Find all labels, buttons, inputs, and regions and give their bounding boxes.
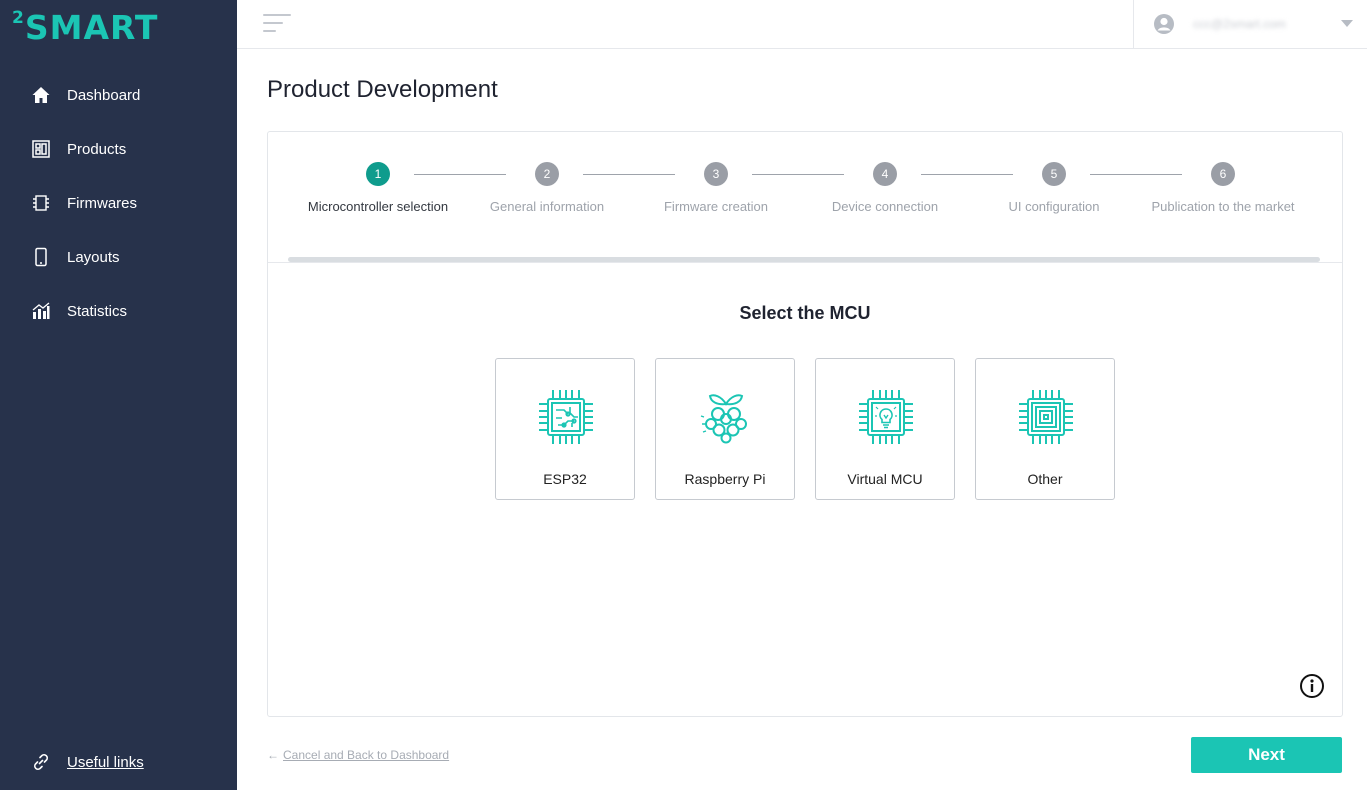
sidebar-item-label: Products bbox=[67, 140, 127, 158]
hamburger-icon[interactable] bbox=[263, 14, 291, 34]
phone-icon bbox=[31, 247, 51, 267]
mcu-option-raspberry-pi[interactable]: Raspberry Pi bbox=[655, 358, 795, 500]
sidebar-item-layouts[interactable]: Layouts bbox=[0, 230, 237, 284]
wizard-step-3[interactable]: 3 Firmware creation bbox=[631, 162, 801, 214]
chip-icon bbox=[31, 193, 51, 213]
cancel-label: Cancel and Back to Dashboard bbox=[283, 748, 450, 762]
sidebar-item-statistics[interactable]: Statistics bbox=[0, 284, 237, 338]
wizard-step-5[interactable]: 5 UI configuration bbox=[969, 162, 1139, 214]
wizard-step-4[interactable]: 4 Device connection bbox=[800, 162, 970, 214]
step-number: 1 bbox=[366, 162, 390, 186]
step-label: Publication to the market bbox=[1151, 199, 1295, 214]
brand-name: SMART bbox=[24, 8, 159, 47]
mcu-option-other[interactable]: Other bbox=[975, 358, 1115, 500]
chevron-down-icon bbox=[1341, 20, 1353, 27]
sidebar-item-firmwares[interactable]: Firmwares bbox=[0, 176, 237, 230]
step-label: Firmware creation bbox=[663, 199, 769, 214]
step-number: 2 bbox=[535, 162, 559, 186]
sidebar-item-products[interactable]: Products bbox=[0, 122, 237, 176]
mcu-option-esp32[interactable]: ESP32 bbox=[495, 358, 635, 500]
section-title: Select the MCU bbox=[739, 303, 871, 323]
step-label: Microcontroller selection bbox=[307, 199, 449, 214]
top-header: ccc@2smart.com bbox=[237, 0, 1367, 49]
products-icon bbox=[31, 139, 51, 159]
esp32-chip-icon bbox=[537, 388, 595, 446]
arrow-left-icon: ← bbox=[267, 748, 279, 762]
sidebar-item-dashboard[interactable]: Dashboard bbox=[0, 68, 237, 122]
next-button[interactable]: Next bbox=[1191, 737, 1342, 773]
mcu-option-label: Other bbox=[1027, 471, 1063, 487]
bar-chart-icon bbox=[31, 301, 51, 321]
wizard-step-1[interactable]: 1 Microcontroller selection bbox=[293, 162, 463, 214]
brand-superscript: 2 bbox=[12, 8, 24, 28]
info-icon[interactable] bbox=[1299, 673, 1325, 699]
useful-links-label: Useful links bbox=[67, 753, 144, 771]
step-label: UI configuration bbox=[1008, 199, 1100, 214]
link-icon bbox=[31, 752, 51, 772]
other-chip-icon bbox=[1017, 388, 1075, 446]
cancel-back-link[interactable]: ← Cancel and Back to Dashboard bbox=[267, 748, 449, 762]
mcu-option-label: Virtual MCU bbox=[847, 471, 923, 487]
wizard-step-6[interactable]: 6 Publication to the market bbox=[1138, 162, 1308, 214]
sidebar-item-label: Dashboard bbox=[67, 86, 141, 104]
user-menu[interactable]: ccc@2smart.com bbox=[1133, 0, 1367, 48]
page-title: Product Development bbox=[267, 76, 498, 103]
wizard-step-2[interactable]: 2 General information bbox=[462, 162, 632, 214]
user-email: ccc@2smart.com bbox=[1193, 17, 1286, 31]
step-number: 6 bbox=[1211, 162, 1235, 186]
wizard-card: 1 Microcontroller selection 2 General in… bbox=[267, 131, 1343, 717]
wizard-stepper: 1 Microcontroller selection 2 General in… bbox=[268, 132, 1342, 262]
mcu-option-virtual-mcu[interactable]: Virtual MCU bbox=[815, 358, 955, 500]
step-label: Device connection bbox=[831, 199, 939, 214]
sidebar-nav: Dashboard Products Firmwares Layouts Sta… bbox=[0, 68, 237, 338]
virtual-mcu-icon bbox=[857, 388, 915, 446]
step-number: 5 bbox=[1042, 162, 1066, 186]
user-avatar-icon bbox=[1153, 13, 1175, 35]
useful-links-link[interactable]: Useful links bbox=[31, 752, 144, 772]
step-number: 4 bbox=[873, 162, 897, 186]
raspberry-pi-icon bbox=[697, 388, 755, 446]
sidebar-item-label: Statistics bbox=[67, 302, 128, 320]
sidebar-item-label: Layouts bbox=[67, 248, 120, 266]
divider bbox=[268, 262, 1342, 263]
home-icon bbox=[31, 85, 51, 105]
mcu-option-label: ESP32 bbox=[543, 471, 587, 487]
step-number: 3 bbox=[704, 162, 728, 186]
sidebar: 2 SMART Dashboard Products Firmwares Lay… bbox=[0, 0, 237, 790]
brand-logo[interactable]: 2 SMART bbox=[12, 10, 158, 46]
mcu-option-label: Raspberry Pi bbox=[684, 471, 766, 487]
sidebar-item-label: Firmwares bbox=[67, 194, 137, 212]
step-label: General information bbox=[489, 199, 605, 214]
